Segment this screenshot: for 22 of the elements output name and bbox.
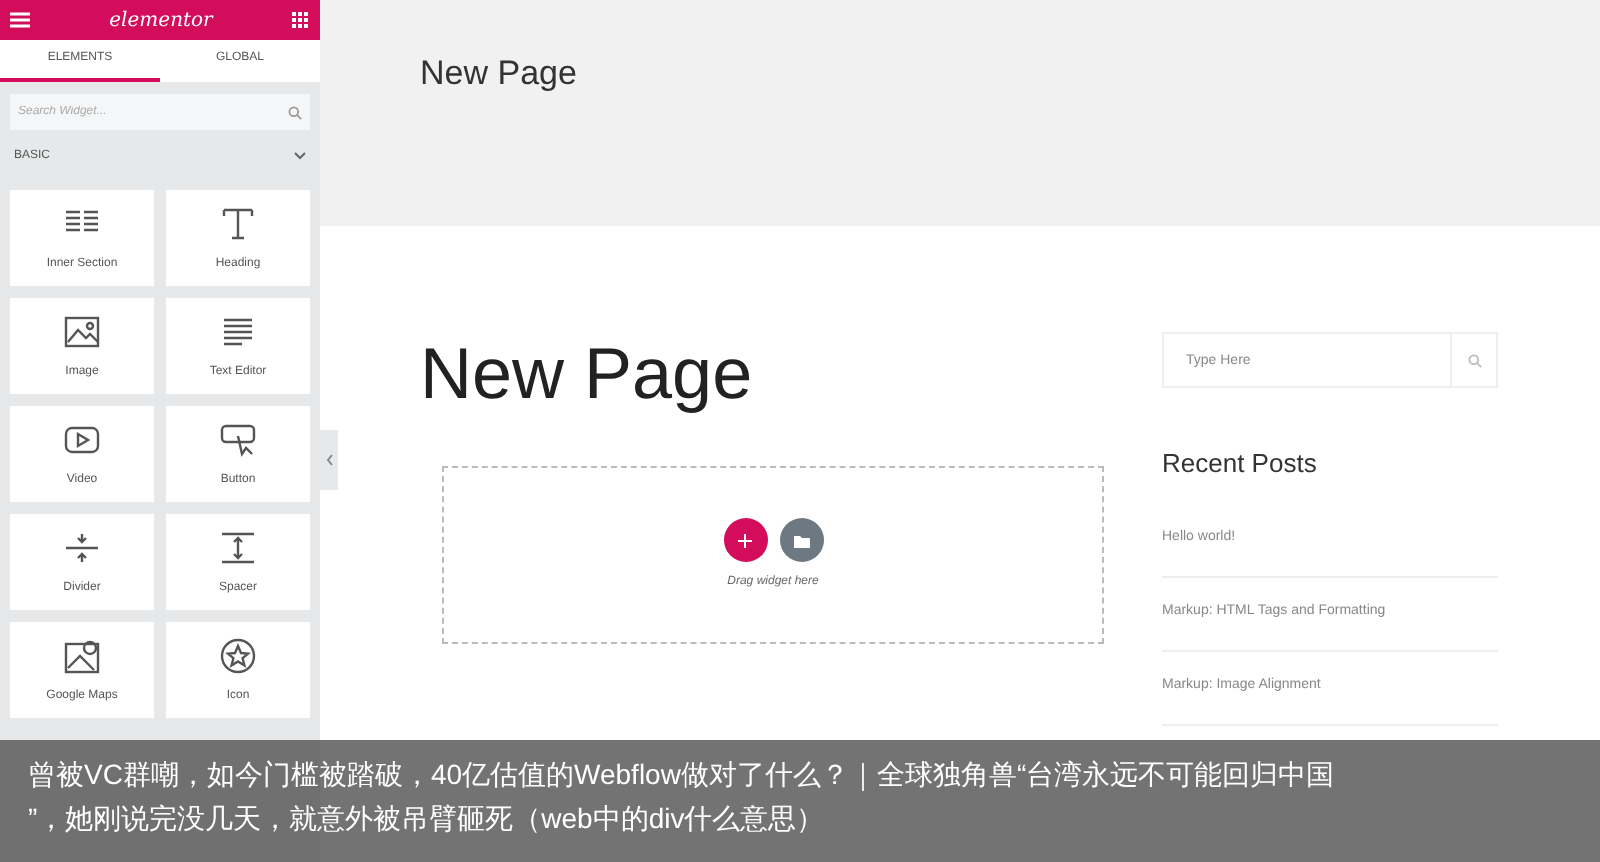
button-widget-icon: [218, 419, 258, 459]
spacer-widget-icon: [218, 527, 258, 567]
page-title: New Page: [420, 332, 755, 416]
menu-icon[interactable]: [10, 12, 30, 28]
grid-icon[interactable]: [291, 11, 310, 29]
caption-text: 曾被VC群嘲，如今门槛被踏破，40亿估值的Webflow做对了什么？｜全球独角兽“台湾永远不可能回归中国: [28, 756, 1335, 795]
add-button[interactable]: [723, 518, 767, 562]
search-icon: [288, 105, 302, 119]
widget-title: Recent Posts: [1162, 446, 1319, 482]
caption-text: ”，她刚说完没几天，就意外被吊臂砸死（web中的div什么意思）: [28, 800, 825, 838]
chevron-icon: [294, 152, 306, 160]
map-widget-icon: [62, 635, 102, 675]
image-widget-icon: [62, 311, 102, 351]
heading-widget-icon: [218, 203, 258, 243]
plus-icon: [738, 533, 752, 547]
logo-text: elementor: [109, 7, 213, 35]
folder-icon: [793, 533, 809, 547]
collapse-handle[interactable]: [320, 430, 338, 490]
site-title: New Page: [420, 54, 577, 92]
icon-widget-icon: [218, 635, 258, 675]
template-button[interactable]: [779, 518, 823, 562]
chevron-left-icon: [325, 454, 333, 466]
